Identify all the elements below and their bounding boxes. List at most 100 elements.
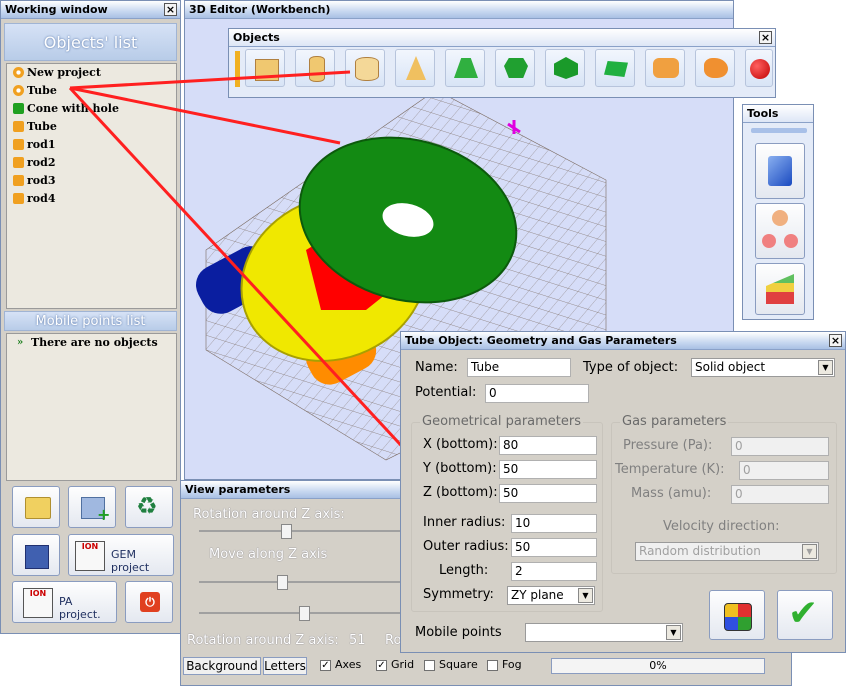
- tree-item-tube[interactable]: Tube: [13, 118, 57, 136]
- tree-item-rod1[interactable]: rod1: [13, 136, 55, 154]
- green-plate-tool-button[interactable]: [595, 49, 635, 87]
- tree-item-new-project[interactable]: New project: [13, 64, 101, 82]
- sphere-tool-button[interactable]: [745, 49, 773, 87]
- chevron-down-icon[interactable]: ▼: [818, 360, 833, 375]
- velocity-select: Random distribution ▼: [635, 542, 819, 561]
- close-icon[interactable]: ×: [829, 334, 842, 347]
- power-icon: ⏻: [140, 592, 160, 612]
- y-field[interactable]: 50: [499, 460, 597, 479]
- green-box-tool-button[interactable]: [495, 49, 535, 87]
- tee-tool-button[interactable]: [645, 49, 685, 87]
- type-select[interactable]: Solid object ▼: [691, 358, 835, 377]
- orange-object-icon: [13, 175, 24, 186]
- tree-item-label: Tube: [27, 120, 57, 133]
- move-slider-track[interactable]: [199, 581, 409, 583]
- y-label: Y (bottom):: [423, 461, 497, 476]
- add-button[interactable]: +: [68, 486, 116, 528]
- progress-text: 0%: [649, 659, 667, 672]
- cylinder-icon: [309, 56, 325, 82]
- rotate-tool-button[interactable]: [755, 143, 805, 199]
- close-icon[interactable]: ×: [759, 31, 772, 44]
- power-button[interactable]: ⏻: [125, 581, 173, 623]
- tab-background[interactable]: Background: [183, 657, 261, 675]
- toolbar-grip[interactable]: [235, 51, 240, 87]
- fog-checkbox[interactable]: [487, 660, 498, 671]
- length-field[interactable]: 2: [511, 562, 597, 581]
- tree-item-rod3[interactable]: rod3: [13, 172, 55, 190]
- gem-project-label: GEM project: [111, 548, 150, 574]
- objects-list-header: Objects' list: [4, 23, 177, 61]
- cylinder-tool-button[interactable]: [295, 49, 335, 87]
- tube-tool-button[interactable]: [345, 49, 385, 87]
- close-icon[interactable]: ×: [164, 3, 177, 16]
- pa-project-button[interactable]: ION PA project.: [12, 581, 117, 623]
- symmetry-select[interactable]: ZY plane ▼: [507, 586, 595, 605]
- blob-tool-button[interactable]: [695, 49, 735, 87]
- geometry-group-label: Geometrical parameters: [420, 414, 584, 429]
- tree-item-rod2[interactable]: rod2: [13, 154, 56, 172]
- green-plate-icon: [604, 61, 628, 77]
- name-field[interactable]: Tube: [467, 358, 571, 377]
- objects-toolbar-title: Objects: [229, 29, 775, 47]
- axes-checkbox[interactable]: ✓: [320, 660, 331, 671]
- molecule-icon-right: [784, 234, 798, 248]
- mobile-points-label: Mobile points: [415, 625, 502, 640]
- recycle-button[interactable]: ♻: [125, 486, 173, 528]
- cone-icon: [406, 56, 426, 80]
- green-box-icon: [504, 58, 528, 78]
- inner-radius-field[interactable]: 10: [511, 514, 597, 533]
- z-field[interactable]: 50: [499, 484, 597, 503]
- length-label: Length:: [439, 563, 489, 578]
- cone-with-hole-tool-button[interactable]: [445, 49, 485, 87]
- tree-item-tube-project[interactable]: Tube: [13, 82, 57, 100]
- chevron-down-icon[interactable]: ▼: [578, 588, 593, 603]
- chart-icon: [766, 274, 794, 304]
- grid-checkbox[interactable]: ✓: [376, 660, 387, 671]
- objects-toolbar: Objects ×: [228, 28, 776, 98]
- z-label: Z (bottom):: [423, 485, 498, 500]
- tube-icon: [355, 57, 379, 81]
- chart-tool-button[interactable]: [755, 263, 805, 315]
- tree-item-label: Tube: [27, 84, 57, 97]
- chevron-down-icon[interactable]: ▼: [666, 625, 681, 640]
- sphere-icon: [750, 59, 770, 79]
- tree-item-cone-with-hole[interactable]: Cone with hole: [13, 100, 119, 118]
- symmetry-label: Symmetry:: [423, 587, 494, 602]
- mass-field: 0: [731, 485, 829, 504]
- blob-icon: [704, 58, 728, 78]
- color-button[interactable]: [709, 590, 765, 640]
- box-tool-button[interactable]: [245, 49, 285, 87]
- ok-button[interactable]: ✔: [777, 590, 833, 640]
- status-rotation-label: Rotation around Z axis:: [187, 633, 339, 648]
- third-slider-thumb[interactable]: [299, 606, 310, 621]
- recycle-icon: ♻: [136, 492, 158, 520]
- ion-icon: ION: [75, 541, 105, 571]
- mobile-points-select[interactable]: ▼: [525, 623, 683, 642]
- rotation-slider-thumb[interactable]: [281, 524, 292, 539]
- orange-object-icon: [13, 139, 24, 150]
- potential-field[interactable]: 0: [485, 384, 589, 403]
- tree-item-rod4[interactable]: rod4: [13, 190, 55, 208]
- status-rotation-value: 51: [349, 633, 366, 648]
- square-checkbox[interactable]: [424, 660, 435, 671]
- orange-object-icon: [13, 157, 24, 168]
- tools-grip[interactable]: [751, 128, 807, 133]
- working-window: Working window × Objects' list New proje…: [0, 0, 181, 634]
- x-field[interactable]: 80: [499, 436, 597, 455]
- inner-radius-label: Inner radius:: [423, 515, 506, 530]
- gem-project-button[interactable]: ION GEM project: [68, 534, 174, 576]
- move-slider-thumb[interactable]: [277, 575, 288, 590]
- working-window-title: Working window: [1, 1, 180, 19]
- molecule-tool-button[interactable]: [755, 203, 805, 259]
- green-object-icon: [13, 103, 24, 114]
- molecule-icon-left: [762, 234, 776, 248]
- outer-radius-field[interactable]: 50: [511, 538, 597, 557]
- cone-tool-button[interactable]: [395, 49, 435, 87]
- green-prism-tool-button[interactable]: [545, 49, 585, 87]
- tree-item-label: rod2: [27, 156, 56, 169]
- save-button[interactable]: [12, 534, 60, 576]
- open-button[interactable]: [12, 486, 60, 528]
- tee-pipe-icon: [653, 58, 679, 78]
- rotation-slider-track[interactable]: [199, 530, 409, 532]
- tab-letters[interactable]: Letters: [263, 657, 307, 675]
